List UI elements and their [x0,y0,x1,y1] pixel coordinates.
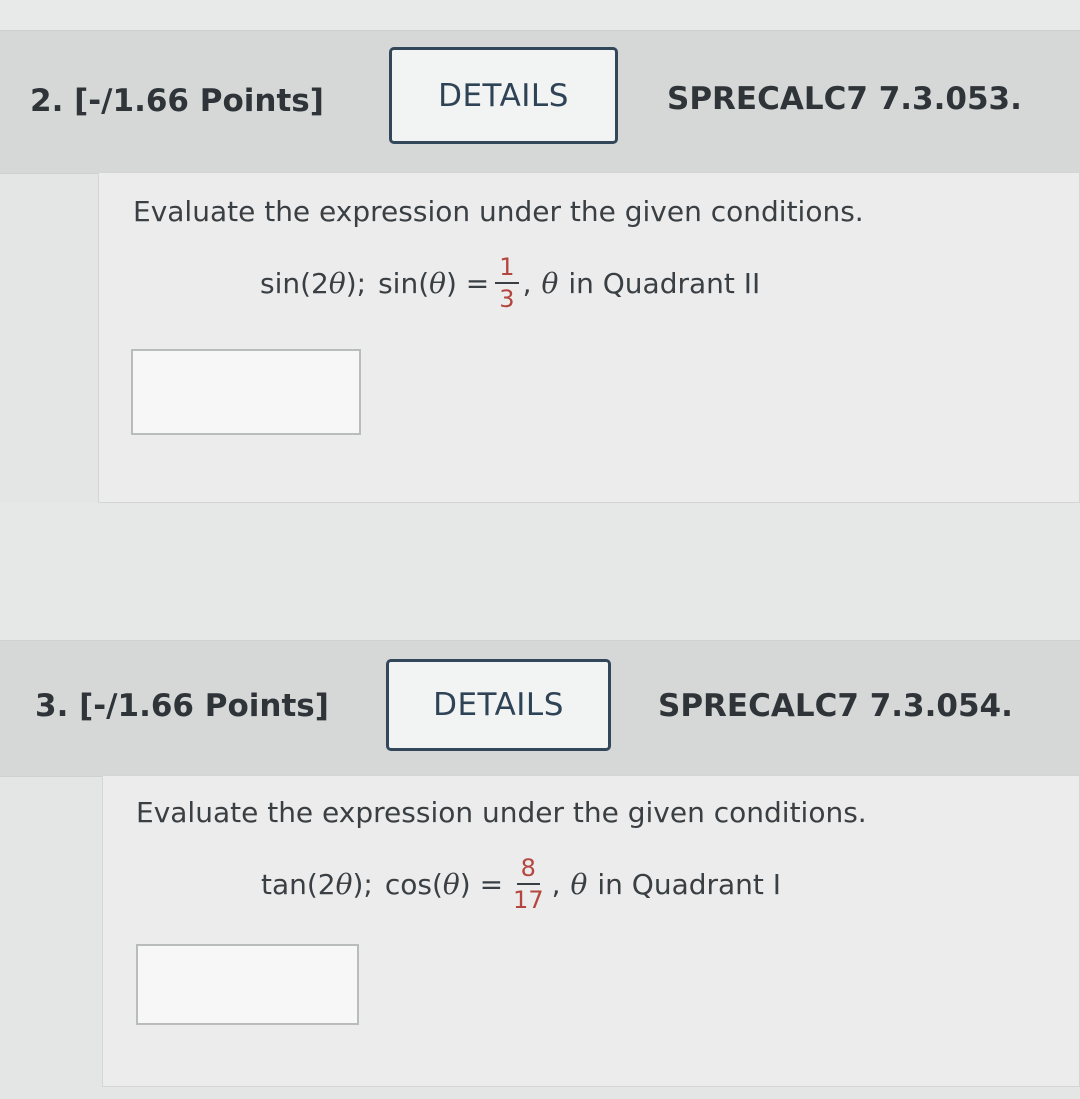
fraction-numerator: 1 [495,255,519,284]
question-2-fraction: 1 3 [495,255,519,313]
question-2-answer-input[interactable] [131,349,361,435]
top-band [0,0,1080,30]
question-3-fraction: 8 17 [509,856,548,912]
question-2-details-button[interactable]: DETAILS [389,47,618,144]
fraction-denominator: 17 [513,886,544,914]
question-3-condition: in Quadrant I [597,867,782,901]
question-3-instruction: Evaluate the expression under the given … [136,796,867,829]
theta-symbol: θ [541,266,559,300]
question-2-points-label: 2. [-/1.66 Points] [30,83,324,119]
expression-close: ); [352,867,373,901]
given-func: cos( [384,867,443,901]
condition-comma: , [551,867,561,901]
question-3-math-expression: tan(2 θ); cos(θ) = 8 17 , θ in Quadrant I [261,856,781,912]
question-3-header: 3. [-/1.66 Points] DETAILS SPRECALC7 7.3… [0,640,1080,777]
given-close: ) = [459,867,504,901]
theta-symbol: θ [335,867,353,901]
theta-symbol: θ [328,266,346,300]
question-3-body: Evaluate the expression under the given … [102,775,1080,1087]
question-3-answer-input[interactable] [136,944,359,1025]
theta-symbol: θ [429,266,446,300]
given-close: ) = [445,266,490,300]
fraction-denominator: 3 [499,285,515,313]
question-2-body: Evaluate the expression under the given … [98,172,1080,503]
theta-symbol: θ [570,867,588,901]
question-3-details-button[interactable]: DETAILS [386,659,611,751]
given-func: sin( [378,266,430,300]
theta-symbol: θ [442,867,460,901]
question-3-code: SPRECALC7 7.3.054. [658,688,1013,724]
expression-func: sin(2 [260,266,329,300]
question-2-math-expression: sin(2 θ); sin(θ) = 1 3 , θ in Quadrant II [260,255,760,311]
condition-comma: , [522,266,532,300]
question-2-condition: in Quadrant II [568,266,761,300]
question-2-header: 2. [-/1.66 Points] DETAILS SPRECALC7 7.3… [0,30,1080,174]
question-2-instruction: Evaluate the expression under the given … [133,195,864,228]
question-3-points-label: 3. [-/1.66 Points] [35,688,329,724]
gap-between-questions [0,503,1080,640]
expression-func: tan(2 [261,867,336,901]
expression-close: ); [345,266,367,300]
question-2-code: SPRECALC7 7.3.053. [667,81,1022,117]
fraction-numerator: 8 [516,856,540,885]
